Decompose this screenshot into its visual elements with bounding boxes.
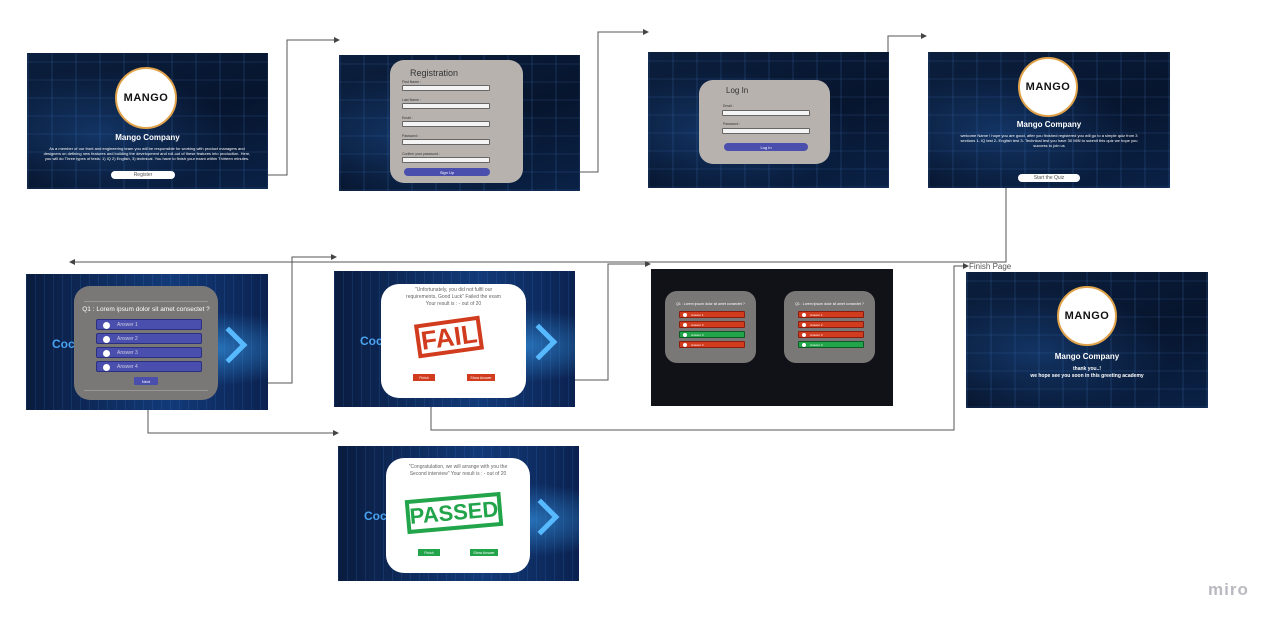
company-name: Mango Company xyxy=(1016,120,1082,129)
review-card-wrong: Q1 : Lorem ipsum dolor sit amet consecte… xyxy=(665,291,756,363)
registration-title: Registration xyxy=(410,68,459,78)
miro-watermark: miro xyxy=(1208,580,1249,599)
start-quiz-button[interactable]: Start the Quiz xyxy=(1018,174,1080,182)
review-answer: Answer 1 xyxy=(798,311,864,318)
background-code-text: Coc xyxy=(360,334,383,348)
last-name-field[interactable] xyxy=(402,103,490,109)
frame-question[interactable]: Coc Q1 : Lorem ipsum dolor sit amet cons… xyxy=(26,274,268,410)
frame-login[interactable]: Log In Email : Password : Log In xyxy=(648,52,889,188)
connector-intro-question xyxy=(69,188,1007,265)
radio-icon xyxy=(103,364,110,371)
email-label: Email : xyxy=(402,116,413,120)
review-answer: Answer 4 xyxy=(679,341,745,348)
first-name-field[interactable] xyxy=(402,85,490,91)
mango-logo: MANGO xyxy=(115,67,177,129)
radio-icon xyxy=(103,350,110,357)
connector-fail-review xyxy=(575,261,651,381)
finish-button[interactable]: Finish xyxy=(413,374,435,381)
answer-option[interactable]: Answer 3 xyxy=(96,347,202,358)
thank-you-text: thank you..! xyxy=(1072,366,1102,372)
login-title: Log In xyxy=(726,86,749,95)
mango-logo: MANGO xyxy=(1057,286,1117,346)
answer-label: Answer 2 xyxy=(117,335,138,342)
review-answer: Answer 2 xyxy=(798,321,864,328)
frame-fail[interactable]: Coc "Unfortunately, you did not fulfil o… xyxy=(334,271,575,407)
review-question-title: Q1 : Lorem ipsum dolor sit amet consecte… xyxy=(676,302,745,306)
review-question-title: Q1 : Lorem ipsum dolor sit amet consecte… xyxy=(795,302,864,306)
login-password-field[interactable] xyxy=(722,128,810,134)
radio-icon xyxy=(103,336,110,343)
fail-message: "Unfortunately, you did not fulfil our r… xyxy=(406,287,501,307)
review-card-right: Q1 : Lorem ipsum dolor sit amet consecte… xyxy=(784,291,875,363)
password-field[interactable] xyxy=(402,139,490,145)
review-answer: Answer 2 xyxy=(679,321,745,328)
question-card: Q1 : Lorem ipsum dolor sit amet consecte… xyxy=(74,286,218,400)
connector-registration-login xyxy=(580,29,649,173)
fail-card: "Unfortunately, you did not fulfil our r… xyxy=(381,284,526,398)
pass-message: "Congratulation, we will arrange with yo… xyxy=(408,464,508,477)
show-answer-button[interactable]: Show Answer xyxy=(467,374,495,381)
sign-up-button[interactable]: Sign Up xyxy=(404,168,490,176)
login-password-label: Password : xyxy=(723,122,741,126)
chevron-right-icon xyxy=(520,323,558,361)
background-code-text: Coc xyxy=(364,509,387,523)
fail-stamp: FAIL xyxy=(413,315,485,359)
frame-registration[interactable]: Registration First Name : Last Name : Em… xyxy=(339,55,580,191)
pass-card: "Congratulation, we will arrange with yo… xyxy=(386,458,530,573)
password-label: Password : xyxy=(402,134,420,138)
login-email-field[interactable] xyxy=(722,110,810,116)
question-title: Q1 : Lorem ipsum dolor sit amet consecte… xyxy=(82,306,210,313)
review-answer: Answer 1 xyxy=(679,311,745,318)
review-answer: Answer 3 xyxy=(798,331,864,338)
confirm-password-label: Confirm your password : xyxy=(402,152,440,156)
company-name: Mango Company xyxy=(115,133,180,142)
log-in-button[interactable]: Log In xyxy=(724,143,808,151)
confirm-password-field[interactable] xyxy=(402,157,490,163)
register-button[interactable]: Register xyxy=(111,171,175,179)
login-email-label: Email : xyxy=(723,104,734,108)
intro-description: welcome Name ! hope you are good, after … xyxy=(960,133,1138,148)
frame-welcome[interactable]: MANGO Mango Company As a member of our f… xyxy=(27,53,268,189)
answer-option[interactable]: Answer 2 xyxy=(96,333,202,344)
answer-option[interactable]: Answer 1 xyxy=(96,319,202,330)
registration-card: Registration First Name : Last Name : Em… xyxy=(390,60,523,183)
background-code-text: Coc xyxy=(52,337,75,351)
connector-label: Finish Page xyxy=(969,262,1012,271)
company-name: Mango Company xyxy=(1054,352,1120,361)
answer-label: Answer 1 xyxy=(117,321,138,328)
show-answer-button[interactable]: Show Answer xyxy=(470,549,498,556)
frame-finish[interactable]: MANGO Mango Company thank you..! we hope… xyxy=(966,272,1208,408)
finish-button[interactable]: Finish xyxy=(418,549,440,556)
answer-option[interactable]: Answer 4 xyxy=(96,361,202,372)
welcome-description: As a member of our front and engineering… xyxy=(43,146,251,161)
farewell-text: we hope see you soon in this greeting ac… xyxy=(1030,373,1144,379)
login-card: Log In Email : Password : Log In xyxy=(699,80,830,164)
next-button[interactable]: Next xyxy=(134,377,158,385)
divider xyxy=(84,390,208,391)
connector-welcome-registration xyxy=(268,37,340,176)
last-name-label: Last Name : xyxy=(402,98,421,102)
review-answer: Answer 3 xyxy=(679,331,745,338)
connector-question-fail xyxy=(268,254,337,384)
email-field[interactable] xyxy=(402,121,490,127)
answer-label: Answer 4 xyxy=(117,363,138,370)
frame-pass[interactable]: Coc "Congratulation, we will arrange wit… xyxy=(338,446,579,581)
mango-logo: MANGO xyxy=(1018,57,1078,117)
review-answer: Answer 4 xyxy=(798,341,864,348)
radio-icon xyxy=(103,322,110,329)
first-name-label: First Name : xyxy=(402,80,422,84)
frame-answer-review[interactable]: Q1 : Lorem ipsum dolor sit amet consecte… xyxy=(651,269,893,406)
answer-label: Answer 3 xyxy=(117,349,138,356)
passed-stamp: PASSED xyxy=(404,491,504,535)
frame-intro[interactable]: MANGO Mango Company welcome Name ! hope … xyxy=(928,52,1170,188)
divider xyxy=(84,301,208,302)
